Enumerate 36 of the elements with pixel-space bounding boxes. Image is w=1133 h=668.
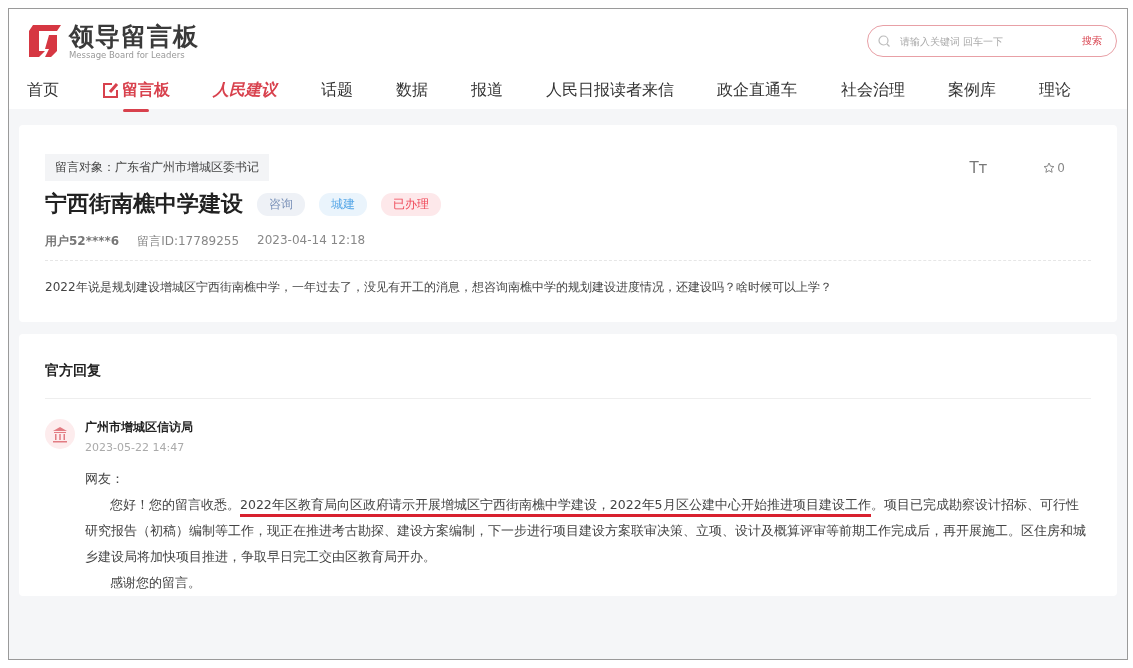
logo-subtitle: Message Board for Leaders [69, 49, 186, 60]
reply-greeting: 网友： [85, 470, 125, 488]
nav-tab[interactable]: 首页 [27, 79, 59, 112]
nav-tab[interactable]: 留言板 [102, 79, 171, 112]
nav-tab[interactable]: 理论 [1038, 79, 1071, 112]
reply-paragraph: 您好！您的留言收悉。2022年区教育局向区政府请示开展增城区宁西街南樵中学建设，2022年5月区公建中心开始推进项目建设工作。项目已完成勘察设计招标、可行性研究报告（初稿）编制等工作，现正在推进考古勘探、建设方案编制，下一步进行项目建设方案联审决策、立项、设计及概算评审等前期工作完成后，再开展施工。区住房和城乡建设局将加快项目推进，争取早日完工交由区教育局开办。 [85, 496, 1087, 566]
edit-icon [102, 81, 120, 99]
tag: 已办理 [381, 192, 441, 216]
nav-tab[interactable]: 人民建议 [213, 79, 278, 112]
message-id: 留言ID:17789255 [137, 233, 240, 250]
reply-time: 2023-05-22 14:47 [85, 441, 186, 454]
logo-title: 领导留言板 [69, 22, 199, 50]
nav-tab[interactable]: 政企直通车 [717, 79, 798, 112]
search-button[interactable]: 搜索 [1082, 34, 1102, 48]
government-building-icon [45, 419, 75, 449]
nav-tab[interactable]: 人民日报读者来信 [546, 79, 675, 112]
nav-tab[interactable]: 话题 [320, 79, 353, 112]
reply-paragraph: 感谢您的留言。 [109, 574, 202, 592]
nav-tab[interactable]: 报道 [470, 79, 503, 112]
nav-tab[interactable]: 数据 [395, 79, 428, 112]
logo-icon [27, 23, 63, 59]
favorite-button[interactable]: 0 [1043, 160, 1065, 175]
nav-tab[interactable]: 案例库 [947, 79, 996, 112]
tag: 咨询 [257, 192, 305, 216]
tag: 城建 [319, 192, 367, 216]
star-icon [1043, 161, 1056, 174]
message-title: 宁西街南樵中学建设 [45, 190, 243, 218]
nav-tab[interactable]: 社会治理 [840, 79, 905, 112]
search-icon [878, 35, 890, 47]
reply-organization: 广州市增城区信访局 [85, 419, 193, 436]
reply-heading: 官方回复 [45, 361, 102, 380]
message-time: 2023-04-14 12:18 [257, 233, 366, 249]
user-name: 用户52****6 [45, 233, 120, 250]
recipient-label: 留言对象：广东省广州市增城区委书记 [45, 154, 269, 181]
font-size-button[interactable]: Tт [969, 158, 988, 177]
message-body: 2022年说是规划建设增城区宁西街南樵中学，一年过去了，没见有开工的消息，想咨询南樵中学的规划建设进度情况，还建设吗？啥时候可以上学？ [45, 279, 833, 296]
